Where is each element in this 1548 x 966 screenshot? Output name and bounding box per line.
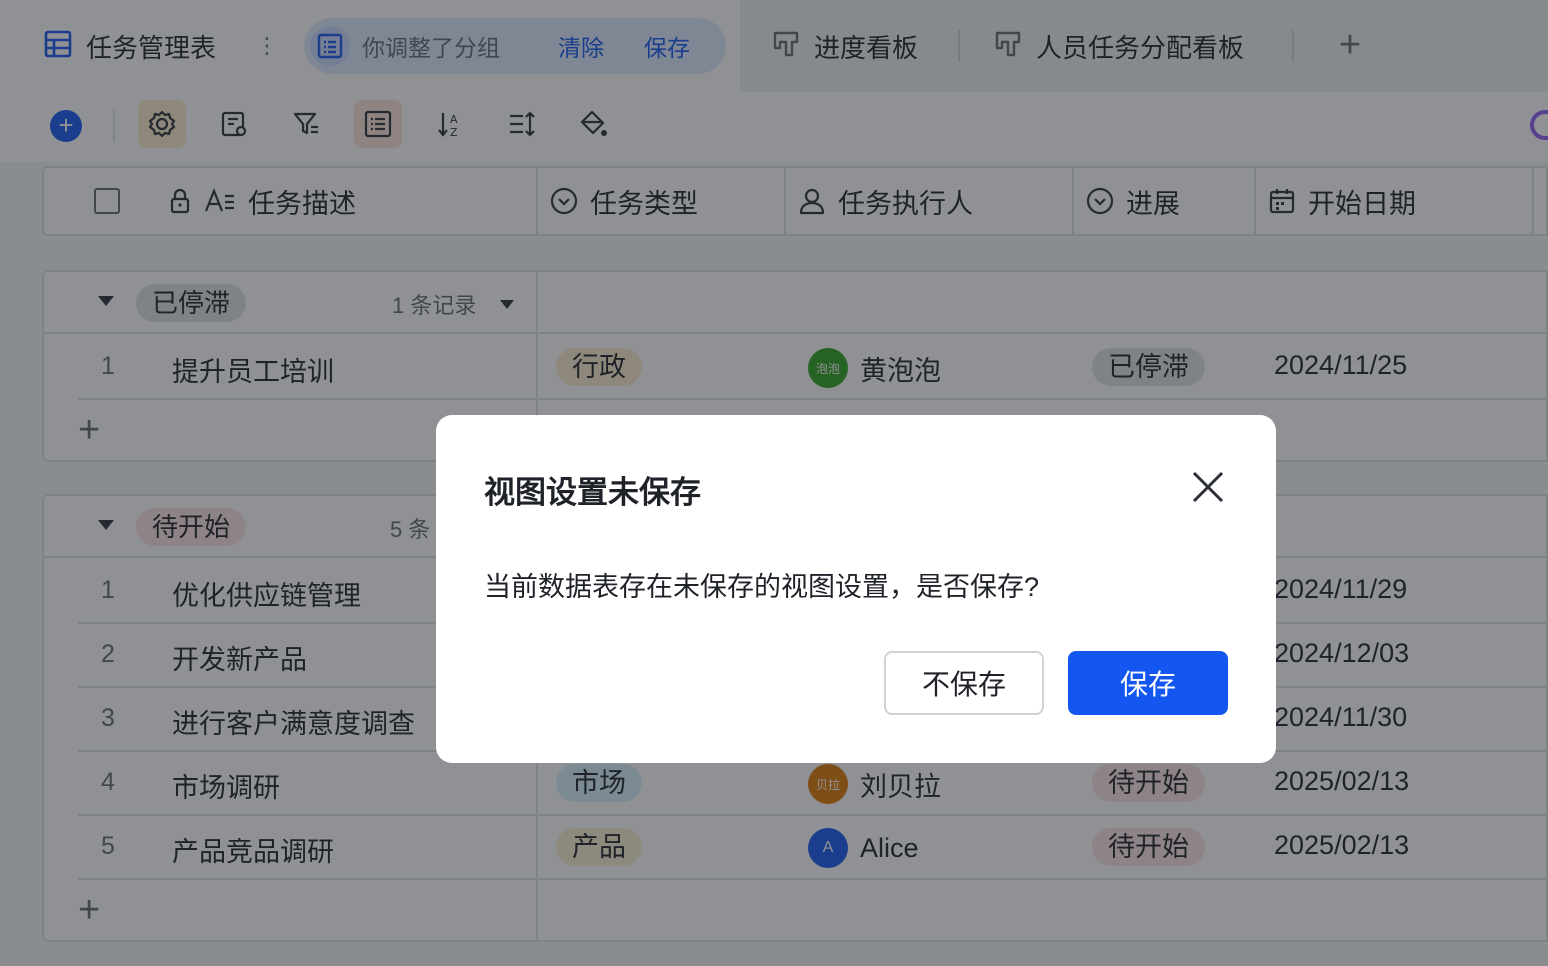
close-icon[interactable] xyxy=(1188,467,1228,507)
save-button[interactable]: 保存 xyxy=(1068,651,1228,715)
dialog-message: 当前数据表存在未保存的视图设置，是否保存? xyxy=(484,572,1040,602)
dialog-title: 视图设置未保存 xyxy=(484,475,701,510)
dont-save-button[interactable]: 不保存 xyxy=(884,651,1044,715)
app-window: 任务管理表 ⋮ 你调整了分组 清除 保存 进度看板 人员任务分配看板 + xyxy=(0,0,1548,966)
unsaved-view-dialog: 视图设置未保存 当前数据表存在未保存的视图设置，是否保存? 不保存 保存 xyxy=(436,415,1276,763)
